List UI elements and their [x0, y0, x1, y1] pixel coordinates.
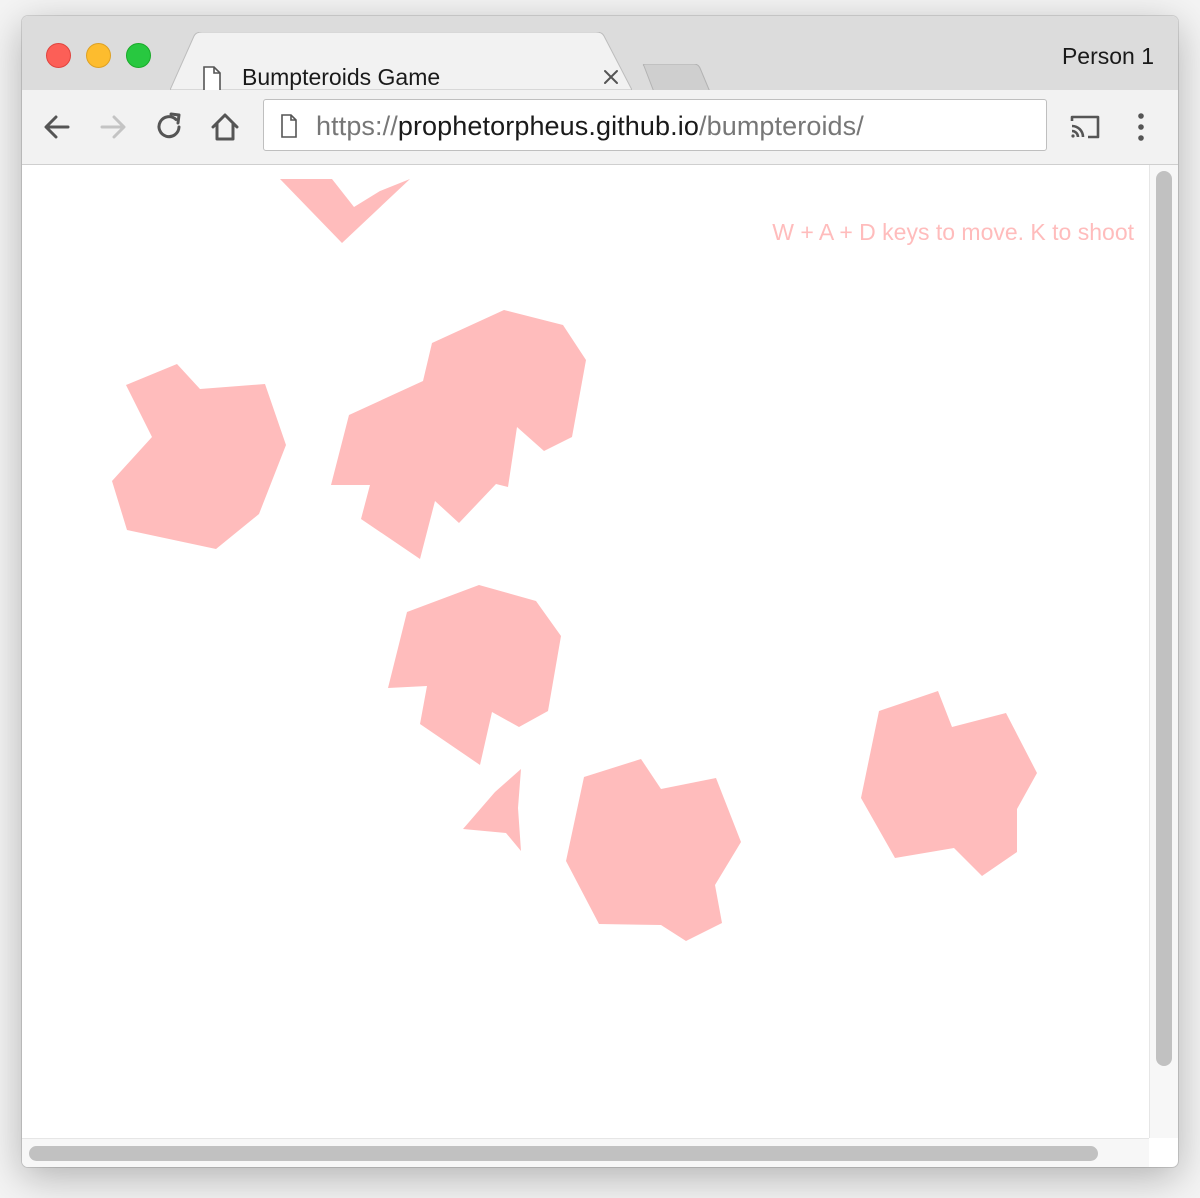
address-bar[interactable]: https://prophetorpheus.github.io/bumpter… — [263, 99, 1047, 151]
asteroid — [566, 759, 741, 941]
asteroid — [388, 585, 561, 765]
title-bar: Bumpteroids Game Person 1 — [22, 16, 1178, 96]
window-close-button[interactable] — [46, 43, 71, 68]
game-scene — [112, 179, 1037, 941]
asteroid — [861, 691, 1037, 876]
url-text[interactable]: https://prophetorpheus.github.io/bumpter… — [316, 111, 864, 142]
profile-button[interactable]: Person 1 — [1062, 43, 1154, 70]
asteroid — [280, 179, 410, 243]
game-instructions: W + A + D keys to move. K to shoot — [772, 219, 1134, 245]
window-maximize-button[interactable] — [126, 43, 151, 68]
url-path: /bumpteroids/ — [698, 111, 864, 141]
reload-icon[interactable] — [152, 110, 186, 144]
horizontal-scrollbar[interactable] — [22, 1138, 1149, 1167]
vertical-scrollbar[interactable] — [1149, 165, 1178, 1138]
horizontal-scrollbar-thumb[interactable] — [29, 1146, 1098, 1161]
url-scheme: https:// — [316, 111, 398, 141]
forward-arrow-icon[interactable] — [96, 110, 130, 144]
vertical-scrollbar-thumb[interactable] — [1156, 171, 1172, 1066]
url-host: prophetorpheus.github.io — [397, 111, 699, 141]
document-icon — [203, 66, 221, 92]
asteroid — [331, 310, 586, 559]
asteroid — [112, 364, 286, 549]
tab-title: Bumpteroids Game — [242, 64, 441, 90]
page-info-icon[interactable] — [280, 114, 298, 138]
browser-toolbar: https://prophetorpheus.github.io/bumpter… — [22, 90, 1178, 165]
kebab-menu-icon[interactable] — [1124, 110, 1158, 144]
window-minimize-button[interactable] — [86, 43, 111, 68]
back-arrow-icon[interactable] — [40, 110, 74, 144]
home-icon[interactable] — [208, 110, 242, 144]
tab-bumpteroids-game[interactable]: Bumpteroids Game — [170, 32, 632, 92]
asteroid — [463, 769, 521, 851]
close-icon[interactable] — [600, 66, 622, 88]
browser-window: Bumpteroids Game Person 1 https://prophe… — [22, 16, 1178, 1167]
cast-icon[interactable] — [1068, 110, 1102, 144]
game-canvas[interactable]: W + A + D keys to move. K to shoot — [22, 165, 1149, 1138]
